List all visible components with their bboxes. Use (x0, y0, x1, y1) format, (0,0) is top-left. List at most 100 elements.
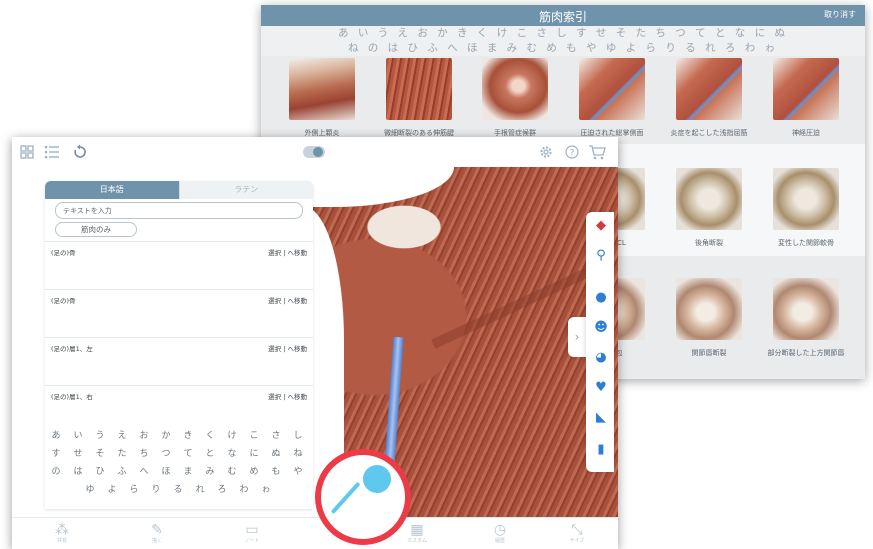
search-input[interactable]: テキストを入力 (55, 202, 303, 219)
thumbnail-item[interactable]: 部分断裂した上方関節唇 (768, 278, 845, 358)
kana-key[interactable]: て (177, 445, 199, 463)
tab-japanese[interactable]: 日本語 (45, 181, 179, 199)
kana-key[interactable]: る (167, 481, 189, 499)
tab-latin[interactable]: ラテン (178, 181, 313, 199)
thumbnail-caption: 炎症を起こした浅指屈筋 (670, 129, 748, 137)
result-name: (足の)層1、右 (51, 393, 93, 401)
thumbnail-item[interactable]: 圧迫された総掌側面 (579, 58, 645, 138)
kana-key[interactable]: は (67, 463, 89, 481)
thumbnail-item[interactable]: 微細断裂のある伸筋腱 (384, 58, 454, 138)
kana-key[interactable]: え (111, 427, 133, 445)
kana-key[interactable]: し (287, 427, 309, 445)
kana-key[interactable]: ら (123, 481, 145, 499)
bottom-tab-bar: ⁂ 共有 ✎ 描く ▭ ノート 索引 ▦ カスタム ◷ 履歴 ⤡ サイズ (12, 517, 618, 549)
kana-key[interactable]: く (199, 427, 221, 445)
layers-icon[interactable]: ◆ (593, 218, 609, 234)
kana-key[interactable]: わ (233, 481, 255, 499)
list-item[interactable]: (足の)層1、左 選択 | へ移動 (45, 337, 313, 384)
kana-key[interactable]: ゆ (79, 481, 101, 499)
thumbnail-item[interactable]: 手根管症候群 (482, 58, 548, 138)
kana-key[interactable]: こ (243, 427, 265, 445)
kana-key[interactable]: さ (265, 427, 287, 445)
select-move-link[interactable]: 選択 | へ移動 (268, 343, 307, 353)
kana-key[interactable]: あ (45, 427, 67, 445)
kana-key[interactable]: お (133, 427, 155, 445)
list-item[interactable]: (足の)骨 選択 | へ移動 (45, 241, 313, 288)
kana-key[interactable]: う (89, 427, 111, 445)
tab-notes[interactable]: ▭ ノート (232, 522, 272, 545)
head-icon[interactable]: ● (593, 290, 609, 306)
tab-resize[interactable]: ⤡ サイズ (557, 522, 597, 545)
thumbnail-item[interactable]: 後角断裂 (676, 168, 742, 248)
kana-key[interactable]: ま (177, 463, 199, 481)
tab-custom[interactable]: ▦ カスタム (397, 522, 437, 545)
select-move-link[interactable]: 選択 | へ移動 (268, 391, 307, 401)
thumbnail-item[interactable]: 変性した関節軟骨 (773, 168, 839, 248)
kana-key[interactable]: い (67, 427, 89, 445)
kana-key[interactable]: ち (133, 445, 155, 463)
list-icon[interactable] (44, 145, 60, 162)
muscle-only-button[interactable]: 筋肉のみ (55, 222, 137, 237)
pin-icon[interactable]: ⚲ (593, 248, 609, 264)
kana-key[interactable]: り (145, 481, 167, 499)
kana-key[interactable]: か (155, 427, 177, 445)
tab-history[interactable]: ◷ 履歴 (480, 522, 520, 545)
kana-key[interactable]: ひ (89, 463, 111, 481)
reset-icon[interactable] (72, 144, 88, 163)
keyboard-row: す せ そ た ち つ て と な に ぬ ね (45, 445, 321, 463)
list-item[interactable]: (足の)骨 選択 | へ移動 (45, 289, 313, 336)
settings-icon[interactable] (539, 145, 553, 162)
kana-key[interactable]: や (287, 463, 309, 481)
brain-icon[interactable]: ◕ (593, 350, 609, 366)
kana-key[interactable]: け (221, 427, 243, 445)
kana-key[interactable]: へ (133, 463, 155, 481)
kana-key[interactable]: ほ (155, 463, 177, 481)
kana-key[interactable]: す (45, 445, 67, 463)
kana-key[interactable]: め (243, 463, 265, 481)
select-move-link[interactable]: 選択 | へ移動 (268, 247, 307, 257)
kana-index-row-2[interactable]: ね の は ひ ふ へ ほ ま み む め も や ゆ よ ら り る れ ろ … (261, 41, 865, 56)
kana-key[interactable]: ふ (111, 463, 133, 481)
kana-key[interactable]: ぬ (265, 445, 287, 463)
highlight-pin-callout[interactable] (315, 449, 411, 545)
kana-key[interactable]: そ (89, 445, 111, 463)
kana-key[interactable]: せ (67, 445, 89, 463)
kana-key[interactable]: き (177, 427, 199, 445)
select-move-link[interactable]: 選択 | へ移動 (268, 295, 307, 305)
cart-icon[interactable] (588, 144, 606, 163)
tab-draw[interactable]: ✎ 描く (137, 522, 177, 545)
kana-key[interactable]: つ (155, 445, 177, 463)
tab-share[interactable]: ⁂ 共有 (42, 522, 82, 545)
kana-key[interactable]: た (111, 445, 133, 463)
thumbnail-item[interactable]: 関節唇断裂 (676, 278, 742, 358)
kana-key[interactable]: に (243, 445, 265, 463)
leg-icon[interactable]: ▮ (593, 442, 609, 458)
cancel-button[interactable]: 取り消す (824, 9, 856, 20)
tab-label: 描く (151, 538, 162, 544)
kana-key[interactable]: む (221, 463, 243, 481)
arm-icon[interactable]: ◣ (593, 410, 609, 426)
kana-key[interactable]: な (221, 445, 243, 463)
kana-key[interactable]: れ (189, 481, 211, 499)
heart-icon[interactable]: ♥ (593, 380, 609, 396)
kana-key[interactable]: ね (287, 445, 309, 463)
chevron-right-icon[interactable]: › (568, 317, 586, 357)
kana-index-row-1[interactable]: あ い う え お か き く け こ さ し す せ そ た ち つ て と … (261, 26, 865, 41)
kana-key[interactable]: ゎ (255, 481, 277, 499)
list-item[interactable]: (足の)層1、右 選択 | へ移動 (45, 385, 313, 432)
kana-key[interactable]: も (265, 463, 287, 481)
forearm-nerve-image (773, 58, 839, 120)
thumbnail-item[interactable]: 炎症を起こした浅指屈筋 (671, 58, 748, 138)
result-name: (足の)骨 (51, 249, 76, 257)
grid-icon[interactable] (20, 145, 34, 162)
kana-key[interactable]: と (199, 445, 221, 463)
kana-key[interactable]: ろ (211, 481, 233, 499)
toggle-icon[interactable] (303, 146, 325, 161)
thumbnail-item[interactable]: 神経圧迫 (773, 58, 839, 138)
skull-icon[interactable]: ☻ (593, 320, 609, 336)
thumbnail-item[interactable]: 外側上顆炎 (289, 58, 355, 138)
help-icon[interactable]: ? (565, 145, 579, 162)
kana-key[interactable]: よ (101, 481, 123, 499)
kana-key[interactable]: の (45, 463, 67, 481)
kana-key[interactable]: み (199, 463, 221, 481)
